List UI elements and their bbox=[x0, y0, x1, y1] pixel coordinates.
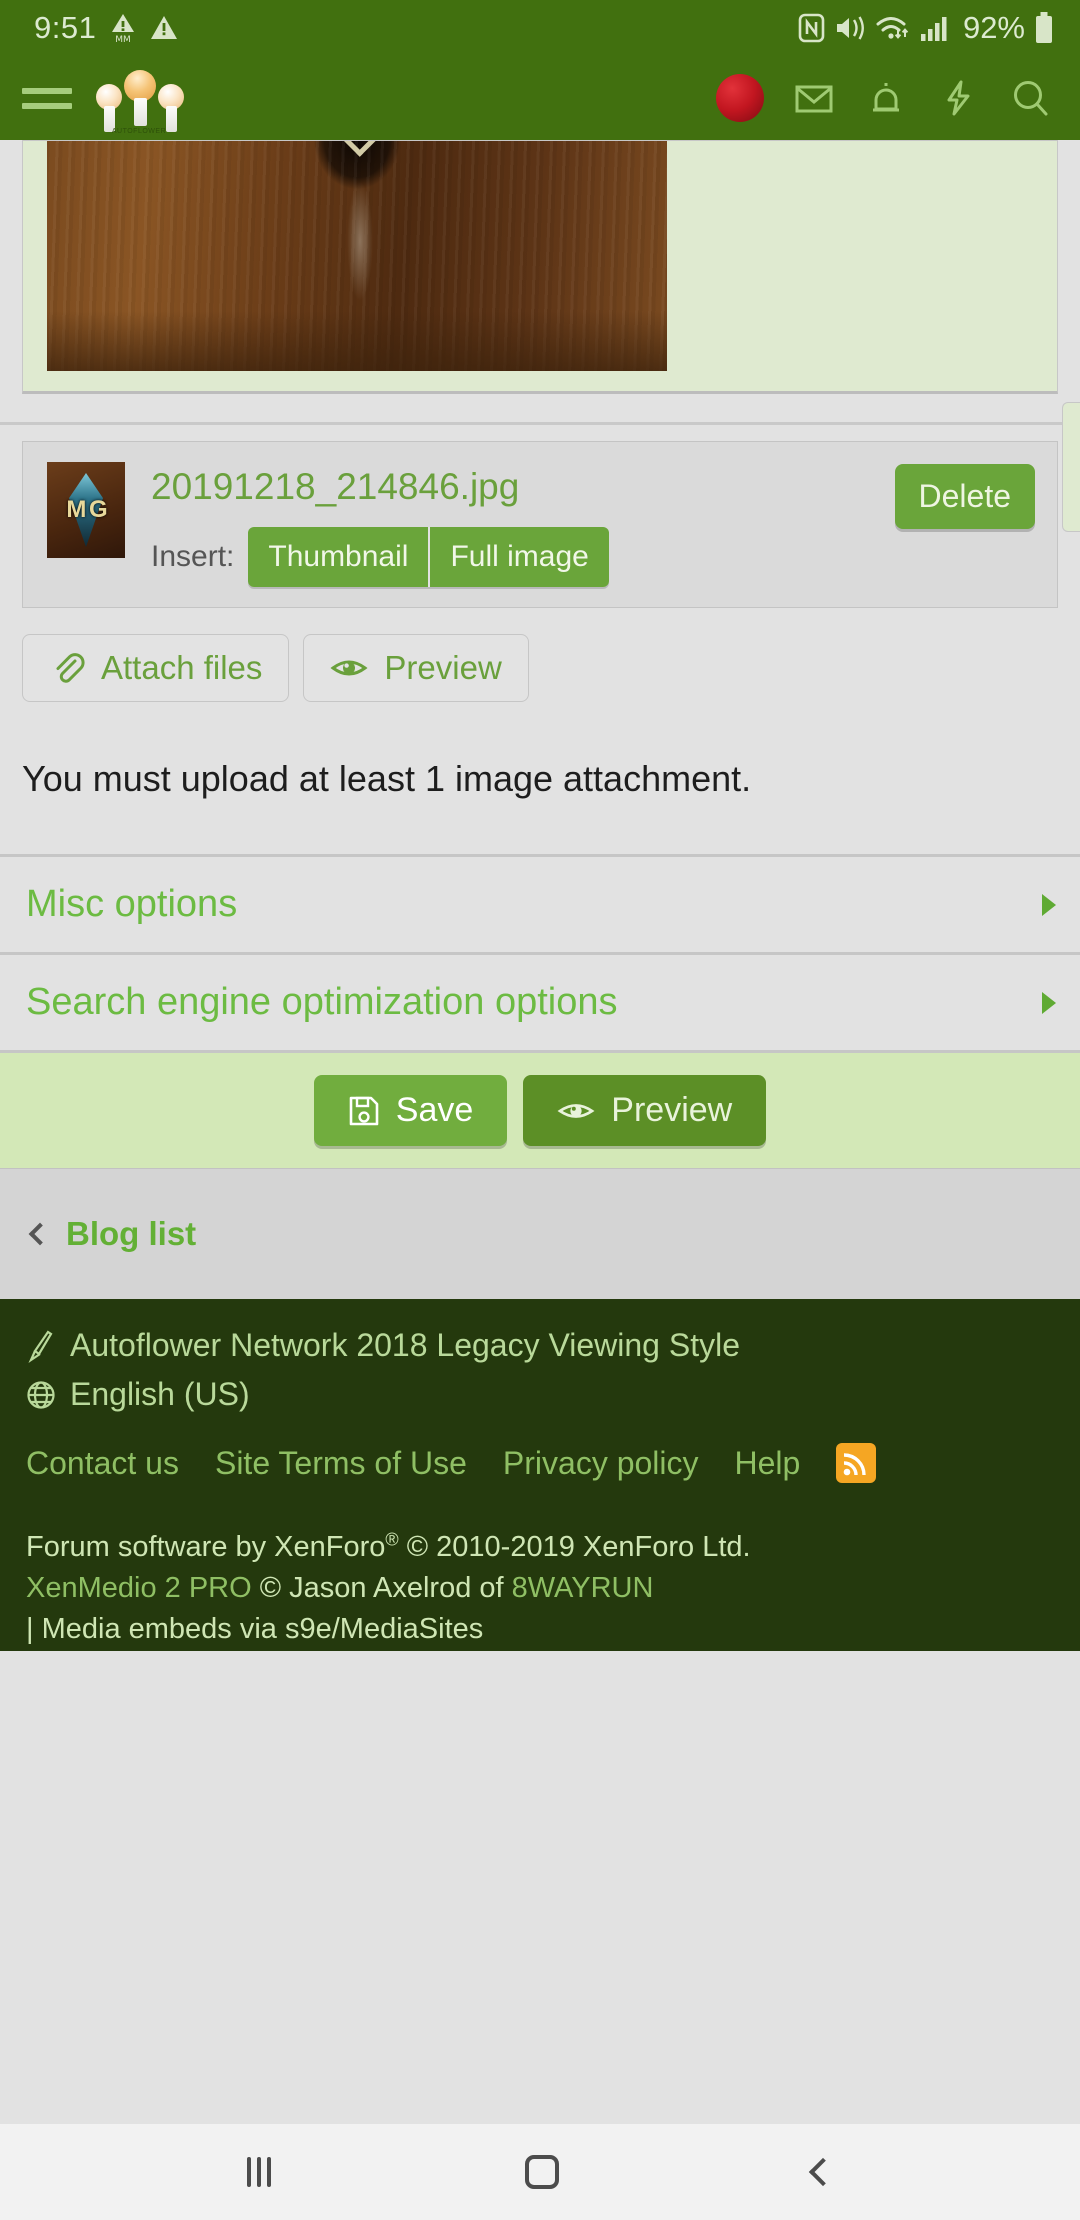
app-header: AUTOFLOWER bbox=[0, 56, 1080, 140]
seo-options-label: Search engine optimization options bbox=[26, 981, 618, 1023]
language-chooser-row[interactable]: English (US) bbox=[26, 1376, 1054, 1413]
floppy-disk-icon bbox=[348, 1095, 380, 1127]
xenmedio-author: © Jason Axelrod of bbox=[251, 1572, 512, 1605]
copyright-line-2: XenMedio 2 PRO © Jason Axelrod of 8WAYRU… bbox=[26, 1568, 1054, 1609]
options-list: Misc options Search engine optimization … bbox=[0, 854, 1080, 1053]
page-body: M G 20191218_214846.jpg Insert: Thumbnai… bbox=[0, 140, 1080, 2124]
8wayrun-link[interactable]: 8WAYRUN bbox=[512, 1572, 654, 1604]
thumbnail-logo-text: M G bbox=[66, 496, 107, 523]
logo-pin-right bbox=[158, 84, 184, 132]
style-chooser-label: Autoflower Network 2018 Legacy Viewing S… bbox=[70, 1327, 740, 1363]
language-chooser-label: English (US) bbox=[70, 1376, 250, 1412]
cellular-signal-icon bbox=[920, 13, 950, 43]
copyright-line-1: Forum software by XenForo® © 2010-2019 X… bbox=[26, 1527, 1054, 1568]
post-editor[interactable] bbox=[22, 140, 1058, 394]
upload-requirement-notice: You must upload at least 1 image attachm… bbox=[22, 758, 752, 799]
image-chevron-highlight bbox=[344, 141, 384, 157]
preview-post-label: Preview bbox=[384, 649, 502, 686]
attach-files-button[interactable]: Attach files bbox=[22, 634, 290, 702]
status-bar: 9:51 MM 92% bbox=[0, 0, 1080, 56]
site-footer: Autoflower Network 2018 Legacy Viewing S… bbox=[0, 1299, 1080, 1651]
phone-screen: 9:51 MM 92% AUTOFLOWER M G 20191218_2148… bbox=[0, 0, 1080, 2220]
attachment-thumbnail[interactable]: M G bbox=[47, 462, 125, 558]
footer-links: Contact us Site Terms of Use Privacy pol… bbox=[26, 1443, 1054, 1483]
logo-pin-left bbox=[96, 84, 122, 132]
blog-list-nav[interactable]: Blog list bbox=[0, 1169, 1080, 1299]
whats-new-icon[interactable] bbox=[936, 76, 980, 120]
footer-link-contact-us[interactable]: Contact us bbox=[26, 1445, 179, 1482]
wifi-icon bbox=[875, 13, 911, 43]
inbox-icon[interactable] bbox=[792, 76, 836, 120]
eye-icon bbox=[557, 1095, 595, 1127]
save-button[interactable]: Save bbox=[313, 1075, 508, 1146]
attachment-row: M G 20191218_214846.jpg Insert: Thumbnai… bbox=[22, 441, 1058, 608]
chevron-right-icon bbox=[1042, 991, 1056, 1014]
globe-icon bbox=[26, 1380, 56, 1410]
site-logo[interactable]: AUTOFLOWER bbox=[96, 64, 184, 135]
footer-link-privacy-policy[interactable]: Privacy policy bbox=[503, 1445, 699, 1482]
delete-attachment-button[interactable]: Delete bbox=[894, 464, 1035, 529]
logo-caption: AUTOFLOWER bbox=[111, 128, 167, 135]
post-editor-wrapper bbox=[0, 140, 1080, 532]
style-chooser-row[interactable]: Autoflower Network 2018 Legacy Viewing S… bbox=[26, 1327, 1054, 1364]
alerts-bell-icon[interactable] bbox=[864, 76, 908, 120]
registered-mark: ® bbox=[385, 1529, 399, 1550]
insert-full-image-button[interactable]: Full image bbox=[428, 527, 609, 587]
insert-label: Insert: bbox=[151, 540, 235, 573]
chevron-right-icon bbox=[1042, 893, 1056, 916]
image-light-smudge bbox=[347, 181, 373, 301]
search-icon[interactable] bbox=[1008, 76, 1052, 120]
android-navigation-bar bbox=[0, 2124, 1080, 2220]
chevron-left-icon bbox=[28, 1222, 52, 1246]
status-bar-left: 9:51 MM bbox=[34, 10, 178, 46]
home-button[interactable] bbox=[525, 2155, 559, 2189]
misc-options-row[interactable]: Misc options bbox=[0, 854, 1080, 955]
logo-pin-center bbox=[124, 70, 156, 126]
xenforo-credit-a: Forum software by XenForo bbox=[26, 1531, 386, 1563]
insert-controls: Insert: Thumbnail Full image bbox=[151, 527, 1035, 587]
paintbrush-icon bbox=[26, 1329, 56, 1363]
seo-options-row[interactable]: Search engine optimization options bbox=[0, 955, 1080, 1053]
paperclip-icon bbox=[49, 650, 85, 686]
warning-mm-icon: MM bbox=[110, 13, 136, 45]
editor-scroll-handle[interactable] bbox=[1062, 402, 1080, 532]
nfc-icon bbox=[798, 13, 825, 43]
insert-thumbnail-button[interactable]: Thumbnail bbox=[248, 527, 429, 587]
submit-preview-label: Preview bbox=[611, 1091, 733, 1129]
footer-copyright: Forum software by XenForo® © 2010-2019 X… bbox=[26, 1527, 1054, 1651]
battery-icon bbox=[1034, 12, 1054, 44]
user-avatar[interactable] bbox=[716, 74, 764, 122]
status-clock: 9:51 bbox=[34, 10, 97, 45]
xenmedio-credit[interactable]: XenMedio 2 PRO bbox=[26, 1572, 252, 1604]
blog-list-label: Blog list bbox=[66, 1215, 197, 1252]
attach-files-label: Attach files bbox=[101, 649, 263, 686]
inline-attached-image[interactable] bbox=[47, 141, 667, 371]
footer-link-site-terms[interactable]: Site Terms of Use bbox=[215, 1445, 467, 1482]
xenforo-credit-b: © 2010-2019 XenForo Ltd. bbox=[398, 1531, 751, 1563]
back-button[interactable] bbox=[808, 2157, 838, 2187]
misc-options-label: Misc options bbox=[26, 883, 238, 925]
eye-icon bbox=[330, 650, 368, 686]
app-header-actions bbox=[716, 74, 1060, 122]
rss-icon[interactable] bbox=[836, 1443, 877, 1483]
editor-tool-row: Attach files Preview bbox=[0, 608, 1080, 702]
hamburger-menu-icon[interactable] bbox=[22, 78, 72, 118]
insert-button-group: Thumbnail Full image bbox=[248, 527, 609, 587]
submit-preview-button[interactable]: Preview bbox=[523, 1075, 767, 1146]
battery-percent-label: 92% bbox=[962, 10, 1025, 45]
vibrate-icon bbox=[834, 13, 866, 43]
warning-triangle-icon bbox=[150, 14, 178, 42]
footer-link-help[interactable]: Help bbox=[735, 1445, 801, 1482]
svg-text:MM: MM bbox=[116, 35, 132, 43]
copyright-line-3: | Media embeds via s9e/MediaSites bbox=[26, 1613, 484, 1646]
preview-post-button[interactable]: Preview bbox=[303, 634, 529, 702]
status-bar-right: 92% bbox=[798, 10, 1054, 46]
submit-bar: Save Preview bbox=[0, 1053, 1080, 1169]
recents-button[interactable] bbox=[247, 2157, 271, 2187]
save-button-label: Save bbox=[395, 1091, 474, 1129]
attachment-section: M G 20191218_214846.jpg Insert: Thumbnai… bbox=[0, 425, 1080, 608]
